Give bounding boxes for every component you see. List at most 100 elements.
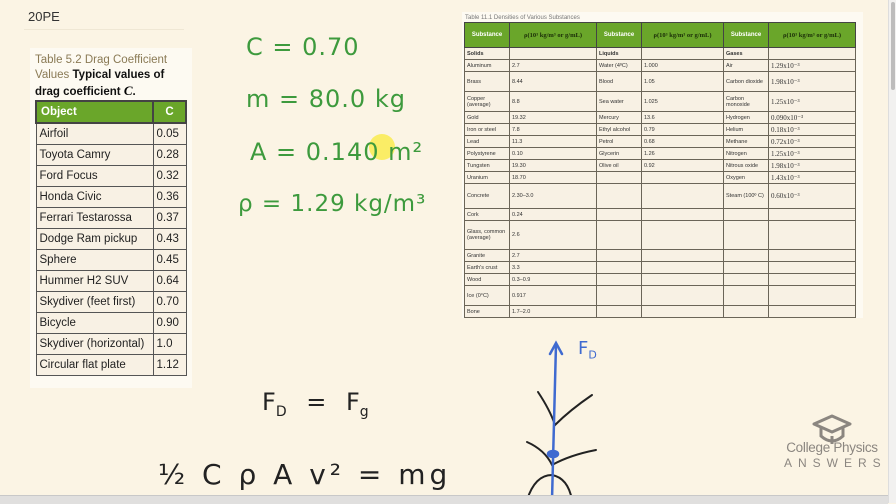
given-m: m = 80.0 kg — [246, 85, 406, 113]
liquid-density: 0.68 — [641, 135, 724, 148]
liquid-density — [641, 220, 724, 250]
table-row: Sphere 0.45 — [35, 249, 187, 271]
drag-coefficient-value: 1.12 — [152, 354, 187, 376]
solid-substance: Brass — [464, 71, 510, 92]
graduation-cap-icon — [812, 414, 852, 444]
solid-density: 7.8 — [509, 123, 597, 136]
solid-substance: Uranium — [464, 171, 510, 184]
gas-density: 0.18x10⁻³ — [768, 123, 856, 136]
solid-density: 0.3–0.9 — [509, 273, 597, 286]
liquid-density: 13.6 — [641, 111, 724, 124]
solid-density: 8.44 — [509, 71, 597, 92]
drag-coefficient-value: 1.0 — [152, 333, 187, 355]
liquid-density — [641, 305, 724, 318]
object-name: Circular flat plate — [35, 354, 154, 376]
gas-density: 1.25x10⁻³ — [768, 147, 856, 160]
scrollbar-thumb[interactable] — [891, 2, 895, 90]
category-row: Solids Liquids Gases — [464, 47, 856, 60]
header-density-liquids: ρ(10³ kg/m³ or g/mL) — [641, 22, 724, 48]
table-header-row: Object C — [35, 100, 187, 124]
table-row: Brass 8.44 Blood 1.05 Carbon dioxide 1.98x10⁻… — [464, 71, 856, 92]
table-row: Gold 19.32 Mercury 13.6 Hydrogen 0.090x10⁻³ — [464, 111, 856, 124]
gas-density: 1.98x10⁻³ — [768, 71, 856, 92]
solid-density: 8.8 — [509, 91, 597, 112]
table-row: Ferrari Testarossa 0.37 — [35, 207, 187, 229]
table-row: Dodge Ram pickup 0.43 — [35, 228, 187, 250]
gas-substance: Air — [723, 59, 769, 72]
table-row: Glass, common (average) 2.6 — [464, 220, 856, 250]
liquid-substance — [596, 249, 642, 262]
header-density-solids: ρ(10³ kg/m³ or g/mL) — [509, 22, 597, 48]
equation-drag-equals-weight: ½ C ρ A v² = mg — [158, 458, 452, 491]
gas-substance — [723, 305, 769, 318]
header-substance-solids: Substance — [464, 22, 510, 48]
drag-coefficient-value: 0.36 — [152, 186, 187, 208]
drag-coefficient-value: 0.64 — [152, 270, 187, 292]
gas-density — [768, 208, 856, 221]
gas-substance: Carbon dioxide — [723, 71, 769, 92]
header-substance-gases: Substance — [723, 22, 769, 48]
object-name: Dodge Ram pickup — [35, 228, 154, 250]
divider — [24, 29, 184, 30]
gas-substance — [723, 273, 769, 286]
table-row: Wood 0.3–0.9 — [464, 273, 856, 286]
drag-coefficient-value: 0.28 — [152, 144, 187, 166]
video-frame: 20PE Table 5.2 Drag Coefficient Values T… — [0, 0, 888, 500]
liquid-substance: Blood — [596, 71, 642, 92]
liquid-density: 1.025 — [641, 91, 724, 112]
liquid-substance: Petrol — [596, 135, 642, 148]
solid-density: 2.30–3.0 — [509, 183, 597, 209]
solid-density: 0.917 — [509, 285, 597, 306]
object-name: Airfoil — [35, 122, 154, 145]
gas-density: 0.72x10⁻³ — [768, 135, 856, 148]
table-row: Granite 2.7 — [464, 249, 856, 262]
table-row: Iron or steel 7.8 Ethyl alcohol 0.79 Helium 0… — [464, 123, 856, 136]
object-name: Bicycle — [35, 312, 154, 334]
liquid-density: 1.000 — [641, 59, 724, 72]
solid-substance: Iron or steel — [464, 123, 510, 136]
table-row: Lead 11.3 Petrol 0.68 Methane 0.72x10⁻³ — [464, 135, 856, 148]
liquid-substance — [596, 261, 642, 274]
solid-density: 11.3 — [509, 135, 597, 148]
solid-substance: Glass, common (average) — [464, 220, 510, 250]
liquid-substance: Mercury — [596, 111, 642, 124]
drag-coefficient-value: 0.45 — [152, 249, 187, 271]
liquid-substance — [596, 273, 642, 286]
liquid-substance: Sea water — [596, 91, 642, 112]
gas-substance: Nitrogen — [723, 147, 769, 160]
table-row: Copper (average) 8.8 Sea water 1.025 Carbon … — [464, 91, 856, 112]
table-row: Ice (0°C) 0.917 — [464, 285, 856, 306]
solid-substance: Ice (0°C) — [464, 285, 510, 306]
liquid-substance: Water (4ºC) — [596, 59, 642, 72]
gas-density: 1.25x10⁻³ — [768, 91, 856, 112]
table-row: Airfoil 0.05 — [35, 122, 187, 145]
gas-density: 0.60x10⁻³ — [768, 183, 856, 209]
liquid-substance: Ethyl alcohol — [596, 123, 642, 136]
solid-density: 19.32 — [509, 111, 597, 124]
drag-coefficient-value: 0.90 — [152, 312, 187, 334]
table-row: Honda Civic 0.36 — [35, 186, 187, 208]
gas-density — [768, 273, 856, 286]
gas-substance — [723, 208, 769, 221]
liquid-substance — [596, 305, 642, 318]
liquid-density — [641, 273, 724, 286]
density-table: Substance ρ(10³ kg/m³ or g/mL) Substance… — [464, 22, 856, 318]
caption-symbol: C — [123, 83, 133, 98]
drag-coefficient-table-card: Table 5.2 Drag Coefficient Values Typica… — [30, 48, 192, 388]
object-name: Hummer H2 SUV — [35, 270, 154, 292]
skydiver-shoulders — [526, 441, 597, 467]
solid-substance: Solids — [464, 47, 510, 60]
table-row: Cork 0.24 — [464, 208, 856, 221]
solid-substance: Earth's crust — [464, 261, 510, 274]
skydiver-figure — [526, 391, 597, 500]
vertical-scrollbar[interactable] — [888, 0, 896, 503]
solid-substance: Lead — [464, 135, 510, 148]
solid-density: 19.30 — [509, 159, 597, 172]
solid-density: 0.24 — [509, 208, 597, 221]
solid-density: 2.7 — [509, 249, 597, 262]
density-table-caption: Table 11.1 Densities of Various Substanc… — [465, 15, 580, 21]
table-row: Bone 1.7–2.0 — [464, 305, 856, 318]
object-name: Toyota Camry — [35, 144, 154, 166]
gas-substance: Steam (100º C) — [723, 183, 769, 209]
table-row: Polystyrene 0.10 Glycerin 1.26 Nitrogen 1.25x… — [464, 147, 856, 160]
